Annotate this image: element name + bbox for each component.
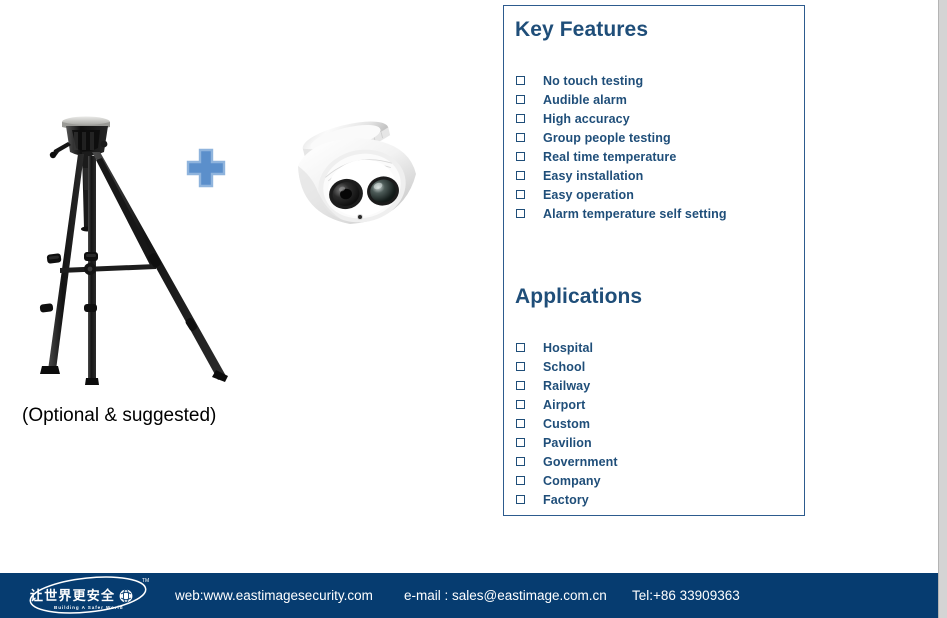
list-item[interactable]: Easy operation [516,185,727,204]
list-item[interactable]: Government [516,452,618,471]
list-item-label: Real time temperature [543,149,677,164]
list-item[interactable]: Custom [516,414,618,433]
list-item-label: Easy operation [543,187,635,202]
key-features-list: No touch testing Audible alarm High accu… [516,71,727,223]
checkbox-icon[interactable] [516,95,525,104]
list-item[interactable]: Railway [516,376,618,395]
checkbox-icon[interactable] [516,171,525,180]
checkbox-icon[interactable] [516,133,525,142]
list-item[interactable]: Hospital [516,338,618,357]
list-item-label: Factory [543,492,589,507]
right-gutter [939,0,947,618]
list-item-label: No touch testing [543,73,644,88]
list-item-label: Government [543,454,618,469]
plus-sign-icon [184,146,228,190]
list-item-label: Custom [543,416,591,431]
checkbox-icon[interactable] [516,362,525,371]
list-item-label: High accuracy [543,111,630,126]
checkbox-icon[interactable] [516,190,525,199]
tripod-caption: (Optional & suggested) [22,405,217,426]
list-item[interactable]: School [516,357,618,376]
list-item-label: Railway [543,378,591,393]
checkbox-icon[interactable] [516,495,525,504]
applications-list: Hospital School Railway Airport Custom P… [516,338,618,509]
list-item-label: Company [543,473,601,488]
footer-telephone[interactable]: Tel:+86 33909363 [632,588,740,603]
checkbox-icon[interactable] [516,152,525,161]
list-item[interactable]: Easy installation [516,166,727,185]
checkbox-icon[interactable] [516,76,525,85]
list-item-label: Pavilion [543,435,592,450]
footer-bar: 让世界更安全 Building A Safer World TM web:www… [0,573,938,618]
checkbox-icon[interactable] [516,114,525,123]
dome-camera-image [288,118,432,236]
list-item[interactable]: Real time temperature [516,147,727,166]
checkbox-icon[interactable] [516,343,525,352]
checkbox-icon[interactable] [516,476,525,485]
list-item[interactable]: Audible alarm [516,90,727,109]
logo-english-slogan: Building A Safer World [54,605,123,610]
list-item[interactable]: Pavilion [516,433,618,452]
features-applications-panel: Key Features No touch testing Audible al… [503,5,805,516]
list-item-label: Airport [543,397,586,412]
checkbox-icon[interactable] [516,438,525,447]
logo-chinese-slogan: 让世界更安全 [30,588,115,604]
applications-heading: Applications [515,285,643,308]
checkbox-icon[interactable] [516,457,525,466]
list-item-label: Group people testing [543,130,671,145]
checkbox-icon[interactable] [516,209,525,218]
list-item-label: School [543,359,586,374]
key-features-heading: Key Features [515,18,649,41]
slide-canvas: (Optional & suggested) Key Features No t… [0,0,939,618]
checkbox-icon[interactable] [516,381,525,390]
footer-email[interactable]: e-mail : sales@eastimage.com.cn [404,588,607,603]
footer-website[interactable]: web:www.eastimagesecurity.com [175,588,373,603]
list-item[interactable]: High accuracy [516,109,727,128]
checkbox-icon[interactable] [516,400,525,409]
list-item-label: Audible alarm [543,92,627,107]
company-logo[interactable]: 让世界更安全 Building A Safer World TM [18,573,170,618]
list-item-label: Alarm temperature self setting [543,206,727,221]
list-item-label: Easy installation [543,168,644,183]
checkbox-icon[interactable] [516,419,525,428]
list-item[interactable]: Factory [516,490,618,509]
list-item[interactable]: No touch testing [516,71,727,90]
list-item-label: Hospital [543,340,594,355]
list-item[interactable]: Alarm temperature self setting [516,204,727,223]
list-item[interactable]: Company [516,471,618,490]
list-item[interactable]: Airport [516,395,618,414]
list-item[interactable]: Group people testing [516,128,727,147]
logo-trademark: TM [142,578,149,584]
